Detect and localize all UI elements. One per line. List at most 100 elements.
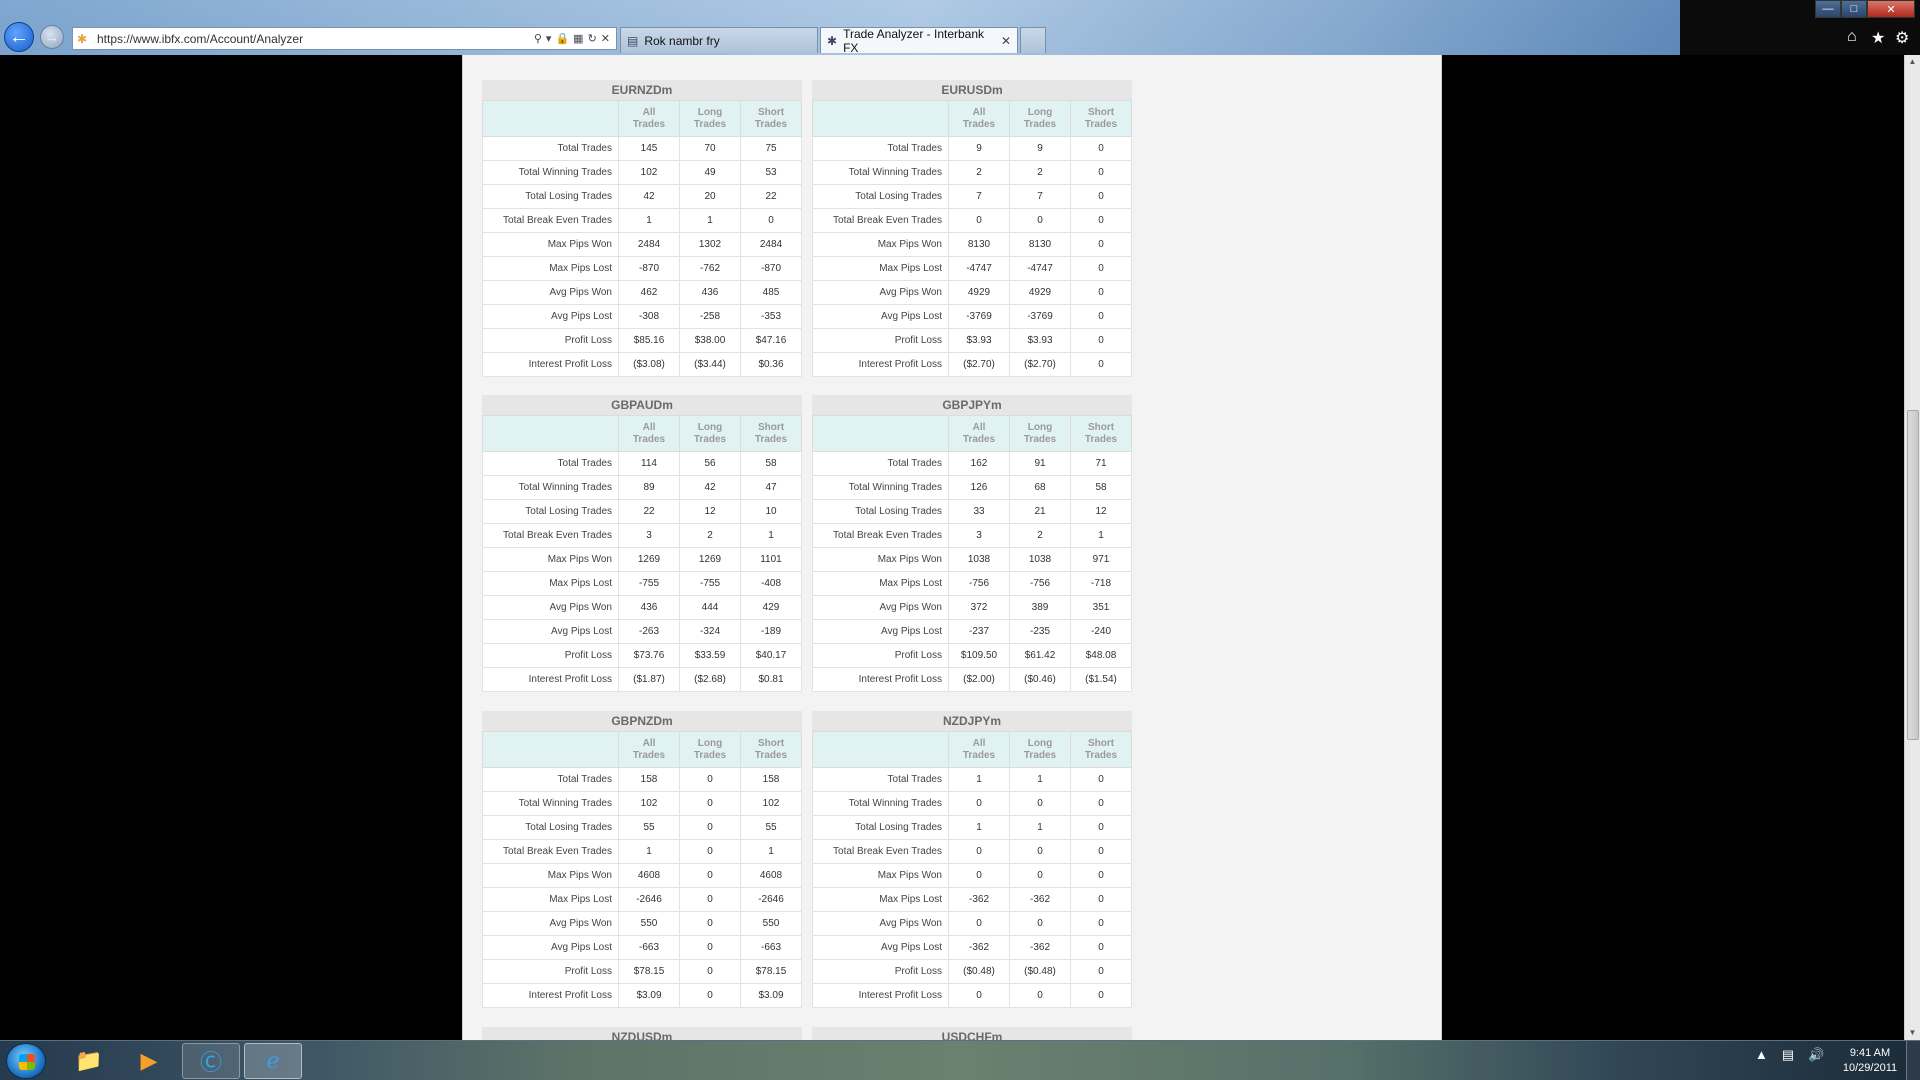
cell-short: 0 — [1070, 184, 1132, 209]
table-row: Max Pips Lost -4747 -4747 0 — [812, 256, 1132, 281]
new-tab-button[interactable] — [1020, 27, 1046, 53]
cell-short: $78.15 — [740, 959, 802, 984]
cell-long: 8130 — [1009, 232, 1071, 257]
maximize-button[interactable]: □ — [1841, 0, 1867, 18]
table-row: Avg Pips Won 436 444 429 — [482, 595, 802, 620]
close-window-button[interactable]: ✕ — [1867, 0, 1915, 18]
cell-all: -237 — [948, 619, 1010, 644]
cell-short: 0 — [1070, 863, 1132, 888]
scroll-down-arrow-icon[interactable]: ▼ — [1905, 1026, 1920, 1040]
dropdown-icon[interactable]: ▾ — [546, 32, 552, 45]
table-row: Max Pips Won 4608 0 4608 — [482, 863, 802, 888]
row-label: Interest Profit Loss — [812, 667, 949, 692]
system-clock[interactable]: 9:41 AM 10/29/2011 — [1830, 1046, 1910, 1076]
column-header-all: All Trades — [948, 415, 1010, 452]
home-icon[interactable]: ⌂ — [1847, 28, 1857, 46]
refresh-icon[interactable]: ↻ — [588, 32, 597, 45]
header-blank-cell — [812, 415, 949, 452]
row-label: Total Winning Trades — [482, 475, 619, 500]
column-header-line: All — [972, 106, 986, 118]
favorites-star-icon[interactable]: ★ — [1871, 28, 1885, 48]
cell-long: 0 — [679, 887, 741, 912]
search-icon[interactable]: ⚲ — [534, 32, 542, 45]
cell-short: 58 — [1070, 475, 1132, 500]
cell-all: 102 — [618, 160, 680, 185]
cell-long: -756 — [1009, 571, 1071, 596]
cell-long: 56 — [679, 451, 741, 476]
table-row: Total Trades 158 0 158 — [482, 767, 802, 792]
cell-all: 550 — [618, 911, 680, 936]
cell-all: 0 — [948, 863, 1010, 888]
tools-gear-icon[interactable]: ⚙ — [1895, 28, 1909, 48]
tray-expand-icon[interactable]: ▲ — [1755, 1047, 1768, 1063]
cell-short: 0 — [1070, 911, 1132, 936]
taskbar-internet-explorer-button[interactable]: ℯ — [244, 1043, 302, 1079]
row-label: Total Break Even Trades — [812, 839, 949, 864]
row-label: Total Winning Trades — [812, 160, 949, 185]
tab-rok-nambr-fry[interactable]: ▤ Rok nambr fry — [620, 27, 818, 53]
table-row: Avg Pips Lost -263 -324 -189 — [482, 619, 802, 644]
row-label: Total Winning Trades — [482, 791, 619, 816]
scrollbar-thumb[interactable] — [1907, 410, 1919, 740]
cell-all: 162 — [948, 451, 1010, 476]
cell-long: -755 — [679, 571, 741, 596]
stats-table: All Trades Long Trades Short Trades Total Trad… — [482, 415, 802, 692]
cell-long: 7 — [1009, 184, 1071, 209]
cell-short: 71 — [1070, 451, 1132, 476]
cell-long: 70 — [679, 136, 741, 161]
cell-all: 4929 — [948, 280, 1010, 305]
url-text[interactable]: https://www.ibfx.com/Account/Analyzer — [97, 32, 534, 46]
column-header-line: Trades — [754, 433, 788, 445]
cell-long: 0 — [679, 767, 741, 792]
row-label: Avg Pips Won — [812, 280, 949, 305]
table-row: Avg Pips Lost -3769 -3769 0 — [812, 304, 1132, 329]
back-button[interactable]: ← — [4, 22, 34, 52]
row-label: Avg Pips Lost — [482, 619, 619, 644]
cell-all: 436 — [618, 595, 680, 620]
tab-close-icon[interactable]: ✕ — [1001, 34, 1011, 48]
cell-short: 351 — [1070, 595, 1132, 620]
table-row: Total Trades 114 56 58 — [482, 451, 802, 476]
stop-icon[interactable]: ✕ — [601, 32, 610, 45]
volume-icon[interactable]: 🔊 — [1808, 1047, 1824, 1063]
compatibility-view-icon[interactable]: ▦ — [573, 32, 583, 45]
show-desktop-button[interactable] — [1906, 1041, 1920, 1080]
tab-label: Trade Analyzer - Interbank FX — [843, 26, 985, 55]
row-label: Profit Loss — [812, 643, 949, 668]
lock-icon[interactable]: 🔒 — [555, 32, 569, 45]
taskbar-media-player-button[interactable]: ▶ — [120, 1043, 178, 1079]
column-header-line: Long — [697, 421, 723, 433]
cell-short: 53 — [740, 160, 802, 185]
column-header-all: All Trades — [618, 415, 680, 452]
cell-all: -870 — [618, 256, 680, 281]
taskbar-explorer-button[interactable]: 📁 — [60, 1043, 118, 1079]
row-label: Max Pips Won — [812, 863, 949, 888]
table-row: Max Pips Lost -2646 0 -2646 — [482, 887, 802, 912]
address-bar[interactable]: ✱ https://www.ibfx.com/Account/Analyzer … — [72, 27, 617, 50]
tab-trade-analyzer[interactable]: ✱ Trade Analyzer - Interbank FX ✕ — [820, 26, 1018, 55]
column-header-line: Short — [757, 737, 785, 749]
block-title: EURNZDm — [482, 80, 802, 100]
row-label: Avg Pips Lost — [812, 935, 949, 960]
table-row: Max Pips Won 8130 8130 0 — [812, 232, 1132, 257]
cell-long: -258 — [679, 304, 741, 329]
stats-table: All Trades Long Trades Short Trades Total Trad… — [482, 731, 802, 1008]
network-icon[interactable]: ▤ — [1782, 1047, 1794, 1063]
cell-short: $48.08 — [1070, 643, 1132, 668]
cell-all: 7 — [948, 184, 1010, 209]
minimize-button[interactable]: — — [1815, 0, 1841, 18]
column-header-line: Trades — [1084, 433, 1118, 445]
row-label: Max Pips Won — [482, 863, 619, 888]
tab-label: Rok nambr fry — [644, 33, 720, 48]
forward-button[interactable]: → — [40, 25, 64, 49]
column-header-line: All — [642, 106, 656, 118]
cell-short: 102 — [740, 791, 802, 816]
cell-all: 3 — [948, 523, 1010, 548]
start-button[interactable] — [6, 1043, 46, 1079]
cell-long: 49 — [679, 160, 741, 185]
table-row: Profit Loss $73.76 $33.59 $40.17 — [482, 643, 802, 668]
block-title: NZDUSDm — [482, 1027, 802, 1040]
scroll-up-arrow-icon[interactable]: ▲ — [1905, 55, 1920, 69]
taskbar-skype-button[interactable]: Ⓒ — [182, 1043, 240, 1079]
vertical-scrollbar[interactable]: ▲ ▼ — [1904, 55, 1920, 1040]
